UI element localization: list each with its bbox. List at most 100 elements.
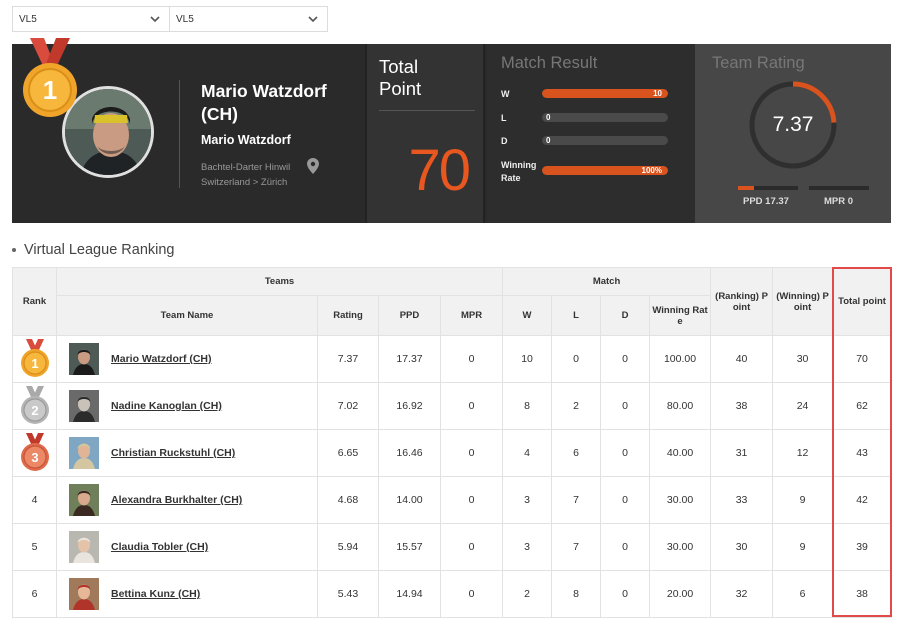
team-name-link[interactable]: Mario Watzdorf (CH) — [111, 353, 212, 365]
mpr-cell: 0 — [439, 429, 504, 477]
team-name-link[interactable]: Alexandra Burkhalter (CH) — [111, 494, 242, 506]
table-row: 2 Nadine Kanoglan (CH) 7.02 16.92 0 8 2 0 80.00… — [12, 382, 893, 430]
mpr-bar — [809, 186, 869, 190]
profile-player-name: Mario Watzdorf — [201, 133, 291, 147]
d-cell: 0 — [600, 382, 651, 430]
mpr-label: MPR 0 — [824, 196, 854, 207]
header-rank: Rank — [12, 267, 57, 336]
winning-point-cell: 9 — [772, 523, 834, 571]
table-row: 6 Bettina Kunz (CH) 5.43 14.94 0 2 8 0 20.00 32 6… — [12, 570, 893, 618]
match-loss-bar: 0 — [542, 113, 668, 122]
header-l: L — [551, 295, 602, 336]
team-name-cell: Bettina Kunz (CH) — [56, 570, 318, 618]
mpr-cell: 0 — [439, 335, 504, 383]
gold-medal-icon: 1 — [23, 38, 77, 117]
league-select-2[interactable]: VL5 — [170, 6, 328, 32]
bronze-medal-icon: 3 — [20, 433, 49, 471]
winning-rate-cell: 80.00 — [649, 382, 712, 430]
l-cell: 7 — [551, 476, 602, 524]
w-cell: 3 — [502, 476, 553, 524]
chevron-down-icon — [308, 16, 318, 23]
d-cell: 0 — [600, 476, 651, 524]
winning-point-cell: 9 — [772, 476, 834, 524]
rank-number: 3 — [31, 450, 38, 465]
table-row: 5 Claudia Tobler (CH) 5.94 15.57 0 3 7 0 30.00 3… — [12, 523, 893, 571]
rating-cell: 7.37 — [317, 335, 379, 383]
svg-text:1: 1 — [43, 75, 57, 105]
team-name-link[interactable]: Nadine Kanoglan (CH) — [111, 400, 222, 412]
team-avatar — [69, 578, 99, 610]
league-selects: VL5 VL5 — [12, 6, 328, 32]
winning-point-cell: 6 — [772, 570, 834, 618]
rating-cell: 5.94 — [317, 523, 379, 571]
header-d: D — [600, 295, 651, 336]
match-draw-value: 0 — [546, 136, 551, 145]
ranking-table: Rank Teams Match (Ranking) P oint (Winni… — [12, 267, 893, 618]
ppd-cell: 14.00 — [378, 476, 441, 524]
winning-rate-bar: 100% — [542, 166, 668, 175]
match-win-value: 10 — [653, 89, 662, 98]
ranking-point-cell: 40 — [710, 335, 774, 383]
total-point-value: 70 — [408, 138, 470, 203]
profile-location: Bachtel-Darter Hinwil Switzerland > Züri… — [201, 160, 290, 190]
w-cell: 8 — [502, 382, 553, 430]
total-point-cell: 39 — [832, 523, 893, 571]
profile-divider — [179, 80, 180, 188]
chevron-down-icon — [150, 16, 160, 23]
l-cell: 7 — [551, 523, 602, 571]
section-heading: Virtual League Ranking — [12, 242, 174, 258]
ppd-label: PPD 17.37 — [743, 196, 789, 207]
w-cell: 10 — [502, 335, 553, 383]
rank-cell: 5 — [12, 523, 57, 571]
team-name-link[interactable]: Bettina Kunz (CH) — [111, 588, 200, 600]
w-cell: 2 — [502, 570, 553, 618]
team-name-link[interactable]: Christian Ruckstuhl (CH) — [111, 447, 235, 459]
team-avatar — [69, 437, 99, 469]
ranking-point-cell: 33 — [710, 476, 774, 524]
gold-medal-icon: 1 — [20, 339, 49, 377]
match-win-label: W — [501, 89, 510, 99]
team-name-link[interactable]: Claudia Tobler (CH) — [111, 541, 208, 553]
profile-venue: Bachtel-Darter Hinwil — [201, 162, 291, 173]
league-select-1[interactable]: VL5 — [12, 6, 170, 32]
match-result-title: Match Result — [501, 54, 598, 72]
team-avatar — [69, 390, 99, 422]
total-point-cell: 70 — [832, 335, 893, 383]
d-cell: 0 — [600, 335, 651, 383]
silver-medal-icon: 2 — [20, 386, 49, 424]
match-draw-bar: 0 — [542, 136, 668, 145]
section-title: Virtual League Ranking — [24, 242, 175, 258]
ppd-cell: 16.92 — [378, 382, 441, 430]
league-select-2-value: VL5 — [176, 13, 194, 25]
team-rating-value: 7.37 — [772, 113, 814, 136]
table-row: 4 Alexandra Burkhalter (CH) 4.68 14.00 0 3 7 0… — [12, 476, 893, 524]
rank-cell: 4 — [12, 476, 57, 524]
ppd-bar — [738, 186, 798, 190]
d-cell: 0 — [600, 523, 651, 571]
d-cell: 0 — [600, 429, 651, 477]
mpr-cell: 0 — [439, 570, 504, 618]
rank-cell: 3 — [12, 429, 57, 477]
team-name-cell: Mario Watzdorf (CH) — [56, 335, 318, 383]
l-cell: 2 — [551, 382, 602, 430]
ranking-point-cell: 31 — [710, 429, 774, 477]
winning-rate-cell: 30.00 — [649, 523, 712, 571]
header-winning-point: (Winning) P oint — [772, 267, 834, 336]
header-team-name: Team Name — [56, 295, 318, 336]
total-point-cell: 42 — [832, 476, 893, 524]
rank-number: 1 — [31, 356, 38, 371]
header-ppd: PPD — [378, 295, 441, 336]
total-point-cell: 38 — [832, 570, 893, 618]
winning-rate-label: Winning Rate — [501, 160, 537, 183]
header-mpr: MPR — [439, 295, 504, 336]
header-ranking-point: (Ranking) P oint — [710, 267, 774, 336]
rank-number: 4 — [31, 494, 38, 506]
team-avatar — [69, 484, 99, 516]
total-point-cell: 62 — [832, 382, 893, 430]
d-cell: 0 — [600, 570, 651, 618]
team-avatar — [69, 531, 99, 563]
header-w: W — [502, 295, 553, 336]
w-cell: 4 — [502, 429, 553, 477]
w-cell: 3 — [502, 523, 553, 571]
ranking-point-cell: 32 — [710, 570, 774, 618]
